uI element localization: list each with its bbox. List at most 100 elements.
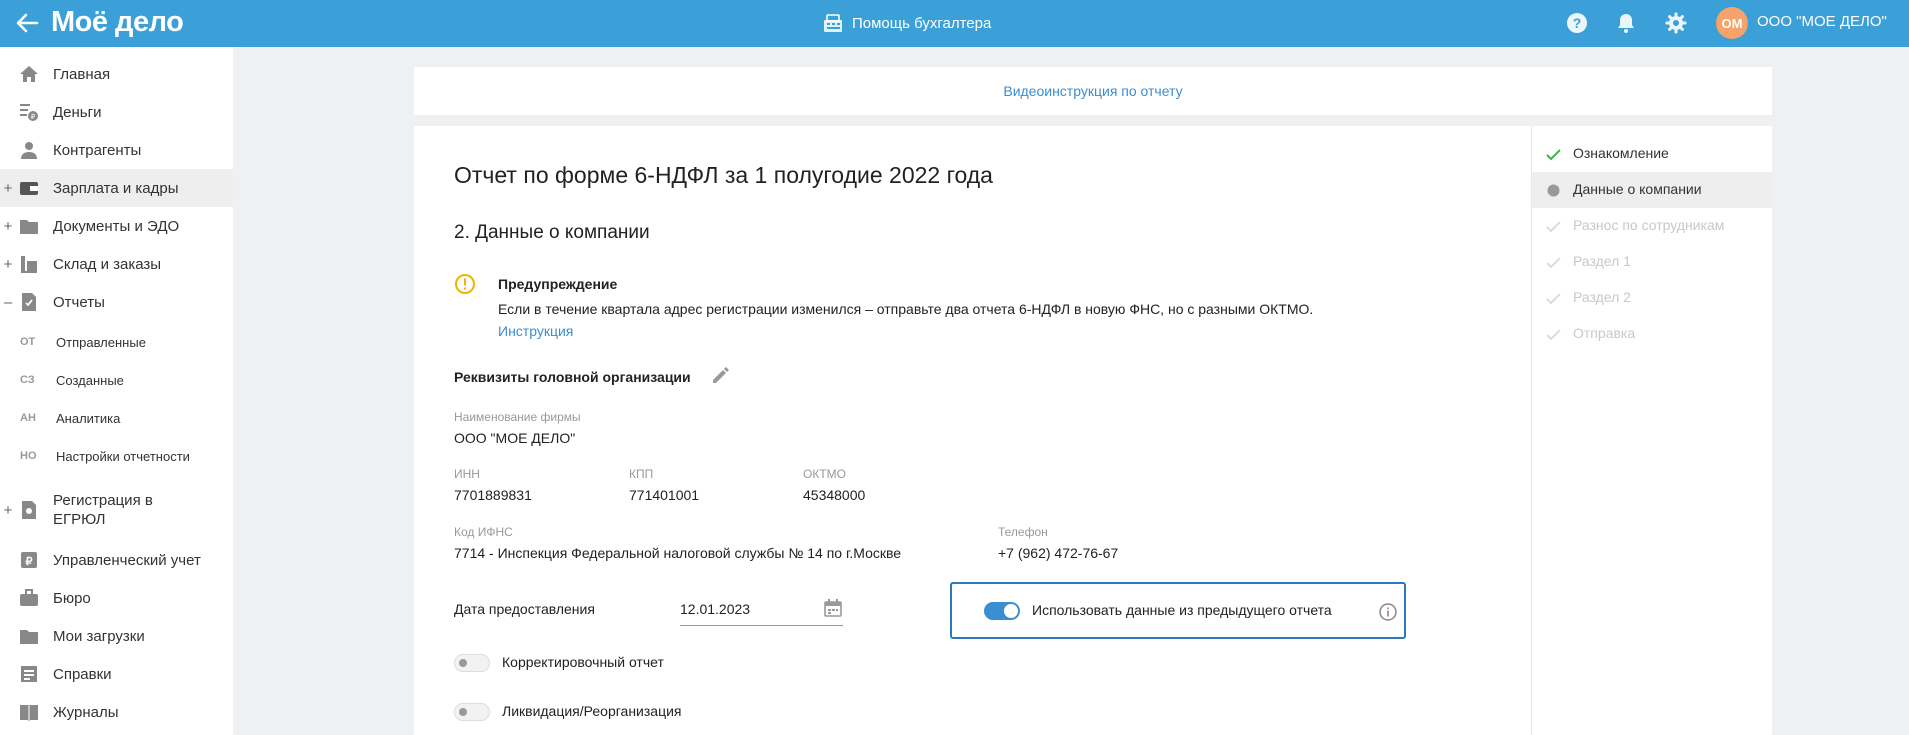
warning-icon [455, 274, 475, 294]
app-logo[interactable]: Моё дело [51, 6, 184, 39]
step-employee-distribution[interactable]: Разнос по сотрудникам [1532, 208, 1773, 244]
wizard-steps: Ознакомление Данные о компании Разнос по… [1531, 126, 1773, 735]
sidebar-item-home[interactable]: Главная [0, 55, 233, 93]
sidebar-item-contractors[interactable]: Контрагенты [0, 131, 233, 169]
sidebar-item-label: Отчеты [53, 293, 105, 311]
submission-date-value: 12.01.2023 [680, 601, 751, 617]
registration-icon [22, 501, 36, 519]
sidebar-subitem-analytics[interactable]: АН Аналитика [0, 401, 233, 435]
sidebar-item-certificates[interactable]: Справки [0, 655, 233, 693]
expand-icon[interactable]: + [2, 218, 14, 235]
sidebar-item-label: Зарплата и кадры [53, 179, 179, 197]
sidebar-item-bureau[interactable]: Бюро [0, 579, 233, 617]
oktmo-value: 45348000 [803, 487, 866, 503]
svg-text:₽: ₽ [26, 556, 33, 568]
instruction-link[interactable]: Инструкция [498, 323, 573, 339]
use-previous-report-label: Использовать данные из предыдущего отчет… [1032, 602, 1332, 618]
back-arrow-icon[interactable] [12, 8, 42, 38]
video-instruction-link[interactable]: Видеоинструкция по отчету [1003, 83, 1182, 99]
calendar-icon[interactable] [823, 598, 843, 618]
top-bar: Моё дело Помощь бухгалтера ? ОМ ООО "МОЕ… [0, 0, 1909, 47]
money-icon: ₽ [20, 104, 38, 121]
help-icon[interactable]: ? [1565, 11, 1589, 35]
corrective-report-toggle[interactable] [454, 654, 490, 672]
sidebar-item-label: Контрагенты [53, 141, 142, 159]
collapse-icon[interactable]: – [2, 294, 14, 311]
kpp-value: 771401001 [629, 487, 700, 503]
expand-icon[interactable]: + [2, 180, 14, 197]
use-previous-report-box: Использовать данные из предыдущего отчет… [950, 582, 1406, 639]
oktmo-label: ОКТМО [803, 467, 846, 481]
report-form: Отчет по форме 6-НДФЛ за 1 полугодие 202… [414, 126, 1531, 735]
accountant-help-button[interactable]: Помощь бухгалтера [822, 10, 991, 36]
use-previous-report-toggle[interactable] [984, 602, 1020, 620]
sidebar-item-management[interactable]: ₽ Управленческий учет [0, 541, 233, 579]
accountant-help-label: Помощь бухгалтера [852, 14, 992, 32]
sidebar-item-journals[interactable]: Журналы [0, 693, 233, 731]
step-company-data[interactable]: Данные о компании [1532, 172, 1773, 208]
step-introduction[interactable]: Ознакомление [1532, 136, 1773, 172]
sidebar-item-label: Склад и заказы [53, 255, 162, 273]
journal-icon [20, 705, 38, 721]
firm-name-value: ООО "МОЕ ДЕЛО" [454, 430, 576, 446]
settings-gear-icon[interactable] [1664, 11, 1688, 35]
phone-value: +7 (962) 472-76-67 [998, 545, 1119, 561]
sidebar-subitem-sent[interactable]: ОТ Отправленные [0, 325, 233, 359]
step-section-1[interactable]: Раздел 1 [1532, 244, 1773, 280]
step-label: Ознакомление [1573, 145, 1669, 161]
sidebar-item-label: Управленческий учет [53, 551, 201, 569]
check-icon [1546, 257, 1561, 269]
home-icon [20, 66, 38, 82]
cash-register-icon [824, 14, 842, 32]
check-icon [1546, 293, 1561, 305]
subitem-abbr: НО [20, 450, 37, 462]
warning-title: Предупреждение [498, 276, 618, 292]
sidebar-item-label: Главная [53, 65, 111, 83]
requisites-title: Реквизиты головной организации [454, 369, 691, 385]
liquidation-toggle[interactable] [454, 703, 490, 721]
sidebar-item-documents[interactable]: + Документы и ЭДО [0, 207, 233, 245]
subitem-label: Отправленные [56, 334, 146, 350]
sidebar-item-warehouse[interactable]: + Склад и заказы [0, 245, 233, 283]
subitem-abbr: АН [20, 412, 36, 424]
expand-icon[interactable]: + [2, 256, 14, 273]
sidebar-item-label: Регистрация в ЕГРЮЛ [53, 492, 153, 528]
submission-date-input[interactable]: 12.01.2023 [680, 592, 843, 626]
step-label: Разнос по сотрудникам [1573, 217, 1725, 233]
sidebar-item-label: Документы и ЭДО [53, 217, 180, 235]
report-icon [22, 293, 36, 311]
step-section-2[interactable]: Раздел 2 [1532, 280, 1773, 316]
briefcase-icon [20, 589, 38, 606]
svg-text:?: ? [1573, 15, 1582, 31]
step-label: Раздел 2 [1573, 289, 1631, 305]
sidebar-item-label: Деньги [53, 103, 102, 121]
submission-date-label: Дата предоставления [454, 601, 595, 617]
check-icon [1546, 149, 1561, 161]
sidebar-item-downloads[interactable]: Мои загрузки [0, 617, 233, 655]
folder-icon [20, 220, 38, 234]
check-icon [1546, 329, 1561, 341]
bell-icon[interactable] [1614, 11, 1638, 35]
warehouse-icon [21, 256, 37, 273]
phone-label: Телефон [998, 525, 1048, 539]
ifns-label: Код ИФНС [454, 525, 513, 539]
sidebar-subitem-report-settings[interactable]: НО Настройки отчетности [0, 439, 233, 473]
ifns-value: 7714 - Инспекция Федеральной налоговой с… [454, 545, 902, 561]
sidebar-item-salary[interactable]: + Зарплата и кадры [0, 169, 233, 207]
user-avatar[interactable]: ОМ [1716, 7, 1748, 39]
sidebar-item-registration[interactable]: + Регистрация в ЕГРЮЛ [0, 488, 233, 532]
kpp-label: КПП [629, 467, 654, 481]
step-label: Отправка [1573, 325, 1636, 341]
sidebar-item-label: Мои загрузки [53, 627, 145, 645]
sidebar-item-reports[interactable]: – Отчеты [0, 283, 233, 321]
expand-icon[interactable]: + [2, 502, 14, 519]
pencil-edit-icon[interactable] [709, 365, 731, 387]
page-title: Отчет по форме 6-НДФЛ за 1 полугодие 202… [454, 162, 993, 188]
sidebar-item-money[interactable]: ₽ Деньги [0, 93, 233, 131]
current-step-dot-icon [1547, 184, 1560, 197]
info-icon[interactable] [1378, 602, 1398, 622]
sidebar-subitem-created[interactable]: СЗ Созданные [0, 363, 233, 397]
toggle-knob [459, 708, 467, 716]
organization-name[interactable]: ООО "МОЕ ДЕЛО" [1757, 13, 1887, 30]
step-sending[interactable]: Отправка [1532, 316, 1773, 352]
